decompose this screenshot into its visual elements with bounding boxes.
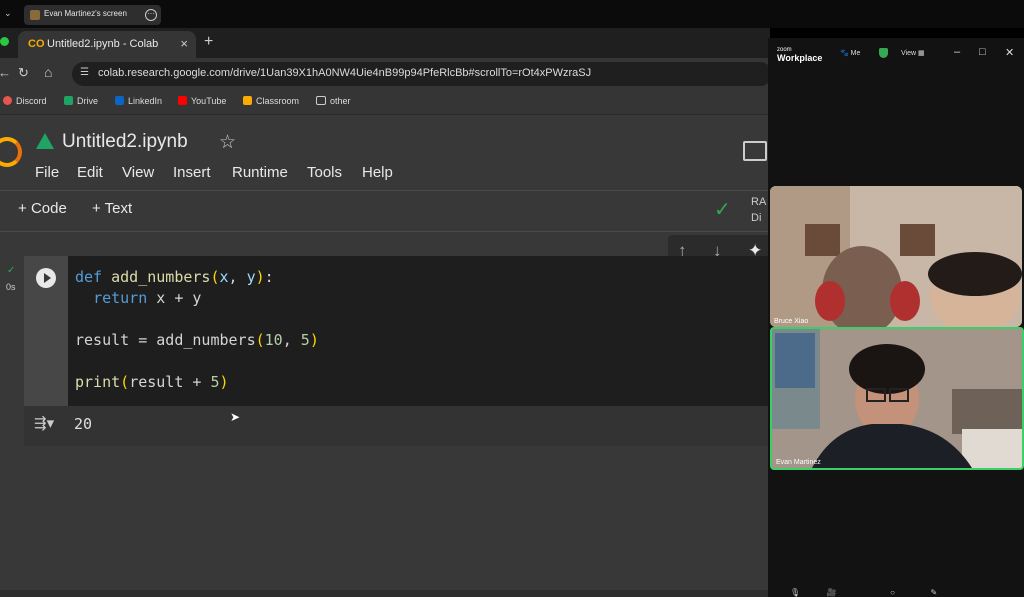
chevron-down-icon[interactable]: ⌄ <box>4 8 12 19</box>
menu-view[interactable]: View <box>122 164 154 181</box>
classroom-icon <box>243 96 252 105</box>
new-tab-icon[interactable]: + <box>204 33 213 51</box>
bookmark-youtube[interactable]: YouTube <box>178 96 226 106</box>
bookmarks-bar: Discord Drive LinkedIn YouTube Classroom… <box>0 90 770 115</box>
close-tab-icon[interactable]: × <box>180 36 188 51</box>
execution-time: 0s <box>6 282 16 292</box>
more-icon[interactable]: ⋯ <box>145 9 157 21</box>
star-icon[interactable]: ☆ <box>219 131 236 154</box>
folder-icon <box>316 96 326 105</box>
participant-name: Evan Martinez <box>776 459 821 466</box>
cell-output <box>24 406 770 446</box>
run-cell-button[interactable] <box>36 268 56 288</box>
close-icon[interactable]: ✕ <box>1005 46 1014 59</box>
code-line: print(result + 5) <box>75 373 229 391</box>
menu-edit[interactable]: Edit <box>77 164 103 181</box>
google-drive-icon[interactable] <box>36 133 54 149</box>
home-icon[interactable]: ⌂ <box>44 64 52 80</box>
me-button[interactable]: 🐾 Me <box>840 49 860 57</box>
maximize-icon[interactable]: □ <box>979 46 986 58</box>
bookmark-classroom[interactable]: Classroom <box>243 96 299 106</box>
bookmark-discord[interactable]: Discord <box>3 96 47 106</box>
notebook-title[interactable]: Untitled2.ipynb <box>62 131 188 153</box>
minimize-icon[interactable]: – <box>954 46 960 58</box>
drive-icon <box>64 96 73 105</box>
output-text: 20 <box>74 415 93 433</box>
menu-runtime[interactable]: Runtime <box>232 164 288 181</box>
shield-icon[interactable] <box>879 48 888 58</box>
bookmark-folder-other[interactable]: other <box>316 96 351 106</box>
paw-icon: 🐾 <box>840 50 849 57</box>
participant-name: Bruce Xiao <box>774 318 809 325</box>
plus-icon: + <box>92 200 105 217</box>
bottom-edge <box>0 590 770 597</box>
menu-tools[interactable]: Tools <box>307 164 342 181</box>
resource-indicator[interactable]: RA Di <box>751 194 766 226</box>
browser-tab-colab[interactable]: CO Untitled2.ipynb - Colab × <box>18 31 196 58</box>
video-feed <box>770 186 1022 327</box>
add-text-button[interactable]: + Text <box>92 200 132 217</box>
back-icon[interactable]: ← <box>0 65 11 80</box>
window-maximize-dot[interactable] <box>0 37 9 46</box>
video-feed <box>772 329 1022 468</box>
youtube-icon <box>178 96 187 105</box>
code-line: def add_numbers(x, y): <box>75 268 274 286</box>
zoom-controls-bar[interactable]: 🎙 🎥 ○ ✎ <box>790 588 937 597</box>
video-tile-evan[interactable]: Evan Martinez <box>770 327 1024 470</box>
code-line: result = add_numbers(10, 5) <box>75 331 319 349</box>
browser-tab-title: Untitled2.ipynb - Colab <box>47 38 159 50</box>
discord-icon <box>3 96 12 105</box>
screen-icon <box>30 10 40 20</box>
connected-check-icon: ✓ <box>714 199 731 221</box>
bookmark-drive[interactable]: Drive <box>64 96 98 106</box>
menu-help[interactable]: Help <box>362 164 393 181</box>
reload-icon[interactable]: ↻ <box>18 65 29 81</box>
address-bar[interactable]: ☰ colab.research.google.com/drive/1Uan39… <box>72 62 772 86</box>
zoom-logo: zoom Workplace <box>777 47 823 63</box>
shared-screen-title: Evan Martinez's screen <box>44 9 127 18</box>
shared-screen-tab[interactable]: Evan Martinez's screen ⋯ <box>24 5 161 25</box>
code-line: return x + y <box>93 289 202 307</box>
plus-icon: + <box>18 200 31 217</box>
menu-file[interactable]: File <box>35 164 59 181</box>
output-actions-icon[interactable]: ⇶▾ <box>34 414 54 432</box>
bookmark-linkedin[interactable]: LinkedIn <box>115 96 162 106</box>
execution-check-icon: ✓ <box>7 265 16 276</box>
video-tile-bruce[interactable]: Bruce Xiao <box>770 186 1022 327</box>
mouse-pointer-icon: ➤ <box>230 410 241 424</box>
site-info-icon[interactable]: ☰ <box>80 67 89 78</box>
menu-insert[interactable]: Insert <box>173 164 211 181</box>
comment-icon[interactable] <box>743 141 767 161</box>
view-button[interactable]: View ▦ <box>901 49 925 57</box>
linkedin-icon <box>115 96 124 105</box>
grid-icon: ▦ <box>918 50 925 57</box>
address-url[interactable]: colab.research.google.com/drive/1Uan39X1… <box>98 67 591 79</box>
add-code-button[interactable]: + Code <box>18 200 67 217</box>
colab-favicon-icon: CO <box>28 38 45 50</box>
